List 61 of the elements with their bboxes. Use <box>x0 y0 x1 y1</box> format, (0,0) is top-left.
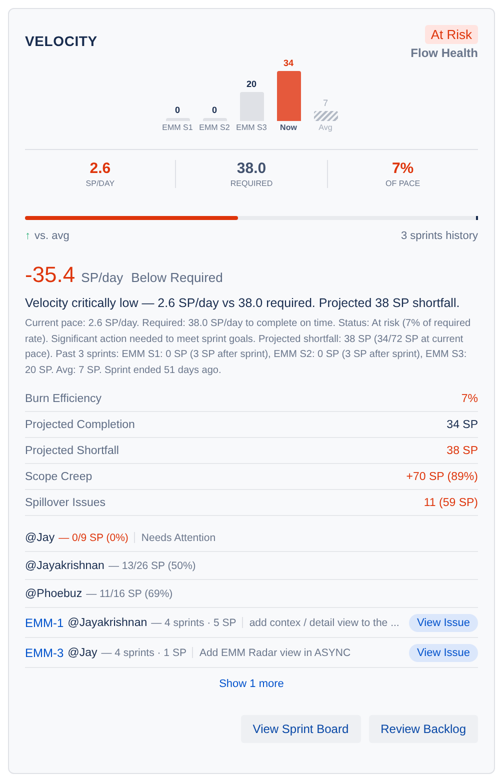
metric-value: 7% <box>461 392 478 404</box>
bar-category-label: EMM S3 <box>236 123 267 132</box>
delta-label: Below Required <box>131 270 223 285</box>
bar-value-label: 0 <box>212 105 217 115</box>
bar-category-label: EMM S1 <box>162 123 193 132</box>
target-marker <box>476 216 478 220</box>
bar-value-label: 20 <box>246 78 256 89</box>
action-button[interactable]: Review Backlog <box>368 715 478 743</box>
member-progress: — 13/26 SP (50%) <box>108 560 196 572</box>
delta-unit: SP/day <box>81 270 124 285</box>
metric-label: Projected Completion <box>25 418 135 430</box>
stat-label: REQUIRED <box>230 179 273 188</box>
member-name: @Jayakrishnan <box>25 560 104 572</box>
issue-key-link[interactable]: EMM-3 <box>25 646 64 660</box>
chart-bar <box>240 92 264 121</box>
issue-meta: — 4 sprints · 5 SP <box>151 616 236 628</box>
card-subtitle: Flow Health <box>410 46 478 60</box>
delta-value: -35.4 <box>25 262 76 288</box>
bar-value-label: 7 <box>322 98 328 108</box>
description: Current pace: 2.6 SP/day. Required: 38.0 SP/day to complete on time. Status: At risk (7% of required rate). Significant action needed to meet sprint goals. Projected shortfall: 38 SP (34/72 SP at current pace). Past 3 sprints: EMM S1: 0 SP (3 SP after sprint), EMM S2: 0 SP (3 SP after sprint), EMM S3: 20 SP. Avg: 7 SP. Sprint ended 51 days ago. <box>25 317 472 378</box>
issue-title: add contex / detail view to the ... <box>249 616 400 628</box>
bar-value-label: 0 <box>174 105 180 115</box>
metric-value: 11 (59 SP) <box>424 496 478 508</box>
issue-title: Add EMM Radar view in ASYNC <box>199 646 351 658</box>
bar-value-label: 34 <box>283 58 294 68</box>
metric-value: 34 SP <box>446 418 478 430</box>
metric-value: +70 SP (89%) <box>406 470 478 482</box>
stat-label: SP/DAY <box>86 179 115 188</box>
metric-label: Spillover Issues <box>25 496 106 508</box>
metric-label: Burn Efficiency <box>25 392 102 404</box>
show-more-link[interactable]: Show 1 more <box>219 678 284 690</box>
bar-category-label: EMM S2 <box>199 123 230 132</box>
stat-value: 7% <box>392 160 414 177</box>
member-progress: — 11/16 SP (69%) <box>86 588 173 600</box>
status-badge: At Risk <box>424 25 478 44</box>
view-issue-button[interactable]: View Issue <box>409 614 478 632</box>
member-note: Needs Attention <box>141 532 216 544</box>
member-name: @Phoebuz <box>25 588 82 600</box>
chart-bar <box>276 71 300 121</box>
stat-value: 38.0 <box>236 160 266 177</box>
metric-value: 38 SP <box>446 444 478 456</box>
trend-label: vs. avg <box>34 230 70 242</box>
trend-arrow: ↑ <box>25 230 30 242</box>
metric-label: Scope Creep <box>25 470 92 482</box>
stat-label: OF PACE <box>386 179 420 188</box>
issue-key-link[interactable]: EMM-1 <box>25 616 64 630</box>
member-name: @Jay <box>25 532 55 544</box>
bar-category-label: Avg <box>318 123 332 132</box>
metric-label: Projected Shortfall <box>25 444 119 456</box>
member-progress: — 0/9 SP (0%) <box>58 532 128 544</box>
chart-bar <box>314 110 338 121</box>
card-title: VELOCITY <box>25 33 98 49</box>
issue-meta: — 4 sprints · 1 SP <box>101 646 186 658</box>
history-label: 3 sprints history <box>400 230 478 242</box>
issue-assignee: @Jayakrishnan <box>68 616 148 628</box>
action-button[interactable]: View Sprint Board <box>240 715 361 743</box>
issue-assignee: @Jay <box>68 646 98 658</box>
view-issue-button[interactable]: View Issue <box>409 644 478 662</box>
bar-category-label: Now <box>280 123 297 132</box>
headline: Velocity critically low — 2.6 SP/day vs 38.0 required. Projected 38 SP shortfall. <box>25 296 461 310</box>
stat-value: 2.6 <box>90 160 111 177</box>
